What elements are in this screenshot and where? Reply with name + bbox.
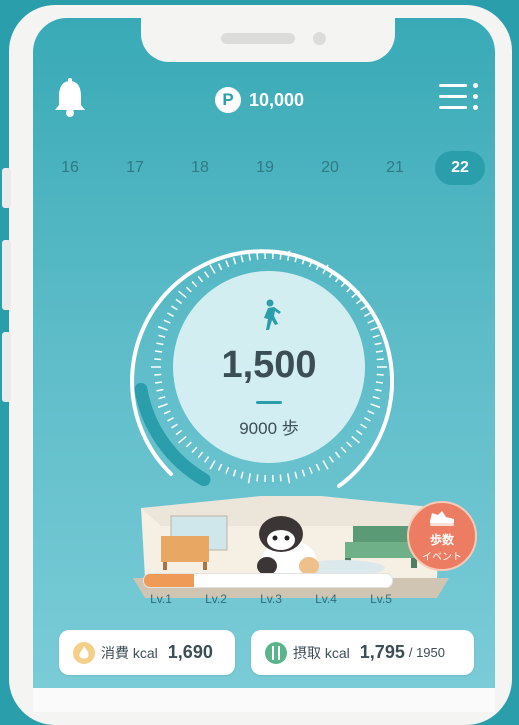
gauge-tick — [364, 418, 370, 421]
gauge-tick — [376, 382, 383, 383]
gauge-tick — [219, 464, 222, 470]
sneaker-icon — [428, 509, 456, 527]
gauge-tick — [171, 306, 177, 310]
event-title: 歩数 — [430, 531, 454, 548]
phone-side-button — [2, 168, 11, 208]
gauge-tick — [192, 282, 197, 287]
gauge-tick — [352, 436, 360, 442]
gauge-tick — [323, 461, 328, 470]
intake-target: / 1950 — [409, 645, 445, 660]
gauge-tick — [198, 276, 202, 282]
app-screen: P 10,000 16 17 18 19 20 21 22 1,500 9000… — [33, 18, 495, 712]
gauge-tick — [257, 253, 258, 260]
gauge-tick — [167, 313, 173, 316]
step-gauge — [33, 18, 495, 538]
gauge-tick — [309, 467, 312, 473]
gauge-tick — [176, 299, 182, 303]
gauge-tick — [361, 306, 367, 310]
gauge-tick — [179, 291, 187, 297]
gauge-tick — [164, 320, 170, 323]
step-count: 1,500 — [204, 344, 334, 387]
gauge-tick — [233, 470, 235, 477]
calories-intake-card[interactable]: 摂取 kcal 1,795 / 1950 — [251, 630, 474, 675]
level-progress-bar — [143, 573, 393, 588]
flame-icon — [73, 642, 95, 664]
gauge-tick — [280, 474, 281, 481]
gauge-tick — [375, 389, 382, 390]
step-goal: 9000 歩 — [214, 414, 324, 439]
level-label: Lv.4 — [306, 592, 346, 606]
gauge-divider — [256, 401, 282, 404]
gauge-tick — [158, 397, 165, 399]
gauge-tick — [226, 260, 229, 266]
gauge-tick — [186, 442, 191, 447]
gauge-tick — [376, 351, 383, 352]
gauge-tick — [373, 397, 380, 399]
gauge-tick — [219, 264, 222, 270]
gauge-tick — [241, 255, 243, 262]
gauge-tick — [167, 418, 173, 421]
burned-value: 1,690 — [168, 642, 213, 663]
gauge-tick — [302, 470, 304, 477]
gauge-tick — [158, 404, 167, 407]
gauge-tick — [226, 467, 229, 473]
event-subtitle: イベント — [422, 548, 462, 563]
gauge-tick — [370, 404, 379, 407]
burned-label: 消費 kcal — [101, 643, 158, 663]
gauge-tick — [205, 272, 209, 278]
gauge-tick — [158, 327, 167, 330]
gauge-tick — [356, 430, 362, 434]
level-labels: Lv.1 Lv.2 Lv.3 Lv.4 Lv.5 — [141, 592, 401, 606]
gauge-tick — [157, 343, 164, 344]
gauge-tick — [295, 472, 297, 479]
intake-value: 1,795 — [360, 642, 405, 663]
gauge-tick — [171, 424, 177, 428]
bottom-panel — [33, 688, 495, 712]
gauge-tick — [364, 313, 370, 316]
phone-side-button — [2, 240, 11, 310]
gauge-tick — [155, 382, 162, 383]
gauge-tick — [233, 258, 235, 265]
gauge-tick — [341, 447, 346, 452]
gauge-tick — [373, 335, 380, 337]
gauge-tick — [155, 351, 162, 352]
phone-side-button — [2, 332, 11, 402]
gauge-tick — [205, 457, 209, 463]
gauge-tick — [347, 442, 352, 447]
intake-label: 摂取 kcal — [293, 643, 350, 663]
gauge-tick — [176, 430, 182, 434]
utensils-icon — [265, 642, 287, 664]
gauge-tick — [179, 436, 187, 442]
level-progress-fill — [144, 574, 194, 587]
level-label: Lv.3 — [251, 592, 291, 606]
gauge-tick — [368, 411, 374, 414]
gauge-tick — [186, 287, 191, 292]
gauge-tick — [158, 335, 165, 337]
gauge-tick — [249, 473, 251, 483]
character-room-illustration — [131, 496, 451, 606]
gauge-tick — [241, 472, 243, 479]
gauge-tick — [375, 343, 382, 344]
gauge-tick — [164, 411, 170, 414]
gauge-tick — [329, 457, 333, 463]
gauge-tick — [288, 473, 290, 483]
gauge-tick — [157, 389, 164, 390]
gauge-tick — [210, 265, 215, 274]
gauge-tick — [192, 447, 197, 452]
gauge-tick — [361, 424, 367, 428]
calories-burned-card[interactable]: 消費 kcal 1,690 — [59, 630, 235, 675]
gauge-tick — [210, 461, 215, 470]
gauge-tick — [368, 320, 374, 323]
gauge-tick — [316, 464, 319, 470]
step-event-button[interactable]: 歩数 イベント — [407, 501, 477, 571]
gauge-tick — [335, 452, 339, 458]
gauge-tick — [257, 474, 258, 481]
level-label: Lv.5 — [361, 592, 401, 606]
gauge-tick — [198, 452, 202, 458]
level-label: Lv.1 — [141, 592, 181, 606]
level-label: Lv.2 — [196, 592, 236, 606]
